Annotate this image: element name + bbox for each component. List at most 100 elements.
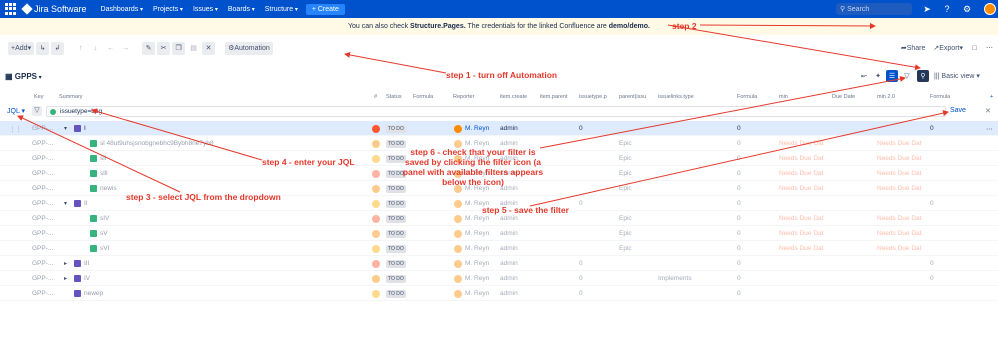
issue-key[interactable]: GPP-... [32, 155, 53, 162]
save-filter-button[interactable]: Save [950, 107, 966, 114]
more-options-icon[interactable]: ⋯ [983, 42, 996, 55]
view-selector[interactable]: ||| Basic view ▾ [934, 72, 980, 80]
issue-summary[interactable]: III [84, 260, 89, 267]
col-key[interactable]: Key [34, 94, 43, 100]
issue-summary[interactable]: sVI [100, 245, 109, 252]
col-due-date[interactable]: Due Date [832, 94, 855, 100]
copy-icon[interactable]: ❐ [172, 41, 186, 55]
move-right-icon[interactable]: → [119, 42, 132, 55]
create-button[interactable]: + Create [305, 3, 345, 15]
reporter-name[interactable]: M. Reyn [465, 275, 489, 282]
col-item-parent[interactable]: item.parent [540, 94, 568, 100]
col-reporter[interactable]: Reporter [453, 94, 474, 100]
move-down-icon[interactable]: ↓ [89, 42, 102, 55]
notifications-icon[interactable]: ➤ [922, 4, 932, 14]
help-icon[interactable]: ? [942, 4, 952, 14]
col-parent[interactable]: parent(issu [619, 94, 646, 100]
col-formula-2[interactable]: Formula [737, 94, 757, 100]
jira-logo[interactable]: Jira Software [21, 3, 87, 15]
col-issuetype[interactable]: issuetype.p [579, 94, 607, 100]
issue-summary[interactable]: sl 48ut9uhsjsnobgnebhc9Bybh8ne7yb8 [100, 140, 213, 147]
drag-handle-icon[interactable]: ⋮⋮ [9, 125, 22, 133]
automation-button[interactable]: ⚙ Automation [225, 41, 273, 55]
table-row[interactable]: GPP-... ▸ IV TO DO M. Reyn admin 0 Implements 0 0 [0, 271, 998, 286]
issue-key[interactable]: GPP-... [32, 275, 53, 282]
table-row[interactable]: GPP-... sV TO DO M. Reyn admin Epic 0 Needs Due… [0, 226, 998, 241]
settings-gear-icon[interactable]: ⚙ [962, 4, 972, 14]
issue-summary[interactable]: I [84, 125, 86, 132]
issue-key[interactable]: GPP-... [32, 215, 53, 222]
col-min-2[interactable]: min 2.0 [877, 94, 895, 100]
col-priority[interactable]: # [374, 94, 377, 100]
issue-summary[interactable]: slll [100, 170, 108, 177]
table-row[interactable]: GPP-... ▸ III TO DO M. Reyn admin 0 0 0 [0, 256, 998, 271]
move-left-icon[interactable]: ← [104, 42, 117, 55]
status-badge[interactable]: TO DO [386, 275, 406, 283]
col-formula-3[interactable]: Formula [930, 94, 950, 100]
reporter-name[interactable]: M. Reyn [465, 245, 489, 252]
issue-summary[interactable]: II [84, 200, 88, 207]
add-column-icon[interactable]: + [990, 94, 993, 100]
reporter-name[interactable]: M. Reyn [465, 215, 489, 222]
reporter-name[interactable]: M. Reyn [465, 230, 489, 237]
col-status[interactable]: Status [386, 94, 402, 100]
issue-key[interactable]: GPP-... [32, 140, 53, 147]
menu-projects[interactable]: Projects [153, 6, 183, 13]
issue-summary[interactable]: sIV [100, 215, 109, 222]
expand-toggle-icon[interactable]: ▾ [64, 125, 67, 132]
search-input[interactable]: ⚲ Search [836, 3, 912, 15]
col-issuelinks[interactable]: issuelinks.type [658, 94, 694, 100]
reporter-name[interactable]: M. Reyn [465, 125, 489, 132]
cut-icon[interactable]: ✂ [157, 41, 171, 55]
status-badge[interactable]: TO DO [386, 245, 406, 253]
expand-toggle-icon[interactable]: ▸ [64, 275, 67, 282]
issue-summary[interactable]: sll [100, 155, 106, 162]
row-more-icon[interactable]: ⋯ [986, 125, 993, 133]
table-row[interactable]: GPP-... sVI TO DO M. Reyn admin Epic 0 Needs Du… [0, 241, 998, 256]
status-badge[interactable]: TO DO [386, 230, 406, 238]
issue-key[interactable]: GPP-... [32, 245, 53, 252]
status-badge[interactable]: TO DO [386, 260, 406, 268]
pin-icon[interactable]: ✦ [872, 70, 884, 82]
paste-icon[interactable]: ▤ [187, 42, 200, 55]
reporter-name[interactable]: M. Reyn [465, 260, 489, 267]
status-badge[interactable]: TO DO [386, 125, 406, 133]
menu-dashboards[interactable]: Dashboards [101, 6, 143, 13]
expand-toggle-icon[interactable]: ▸ [64, 260, 67, 267]
issue-summary[interactable]: IV [84, 275, 90, 282]
indent-icon[interactable]: ↳ [36, 41, 50, 55]
transform-icon[interactable]: ↜ [858, 70, 870, 82]
panel-toggle-icon[interactable]: □ [968, 42, 981, 55]
status-badge[interactable]: TO DO [386, 290, 406, 298]
issue-summary[interactable]: newis [100, 185, 117, 192]
menu-structure[interactable]: Structure [265, 6, 298, 13]
search-icon[interactable]: ⚲ [917, 70, 929, 82]
share-button[interactable]: ➦ Share [898, 42, 929, 55]
issue-key[interactable]: GPP-... [32, 170, 53, 177]
export-button[interactable]: ↗ Export ▾ [930, 42, 966, 55]
jql-input[interactable]: issuetype=bug [46, 106, 946, 117]
issue-key[interactable]: GPP-... [32, 125, 53, 132]
issue-key[interactable]: GPP-... [32, 290, 53, 297]
reporter-name[interactable]: M. Reyn [465, 290, 489, 297]
issue-summary[interactable]: newep [84, 290, 103, 297]
user-avatar[interactable] [984, 3, 996, 15]
reporter-name[interactable]: M. Reyn [465, 140, 489, 147]
filter-mode-dropdown[interactable]: JQL ▾ [7, 107, 25, 115]
delete-icon[interactable]: ✕ [202, 41, 216, 55]
issue-summary[interactable]: sV [100, 230, 108, 237]
issue-key[interactable]: GPP-... [32, 260, 53, 267]
issue-key[interactable]: GPP-... [32, 200, 53, 207]
move-up-icon[interactable]: ↑ [74, 42, 87, 55]
close-filter-icon[interactable]: ✕ [985, 107, 991, 115]
filter-type-icon[interactable]: ▽ [32, 106, 42, 116]
col-formula-1[interactable]: Formula [413, 94, 433, 100]
issue-key[interactable]: GPP-... [32, 230, 53, 237]
edit-icon[interactable]: ✎ [142, 41, 156, 55]
app-switcher-icon[interactable] [5, 3, 17, 15]
col-min[interactable]: min [779, 94, 788, 100]
expand-toggle-icon[interactable]: ▾ [64, 200, 67, 207]
add-button[interactable]: + Add ▾ [8, 41, 35, 55]
outdent-icon[interactable]: ↲ [51, 41, 65, 55]
col-summary[interactable]: Summary [59, 94, 83, 100]
